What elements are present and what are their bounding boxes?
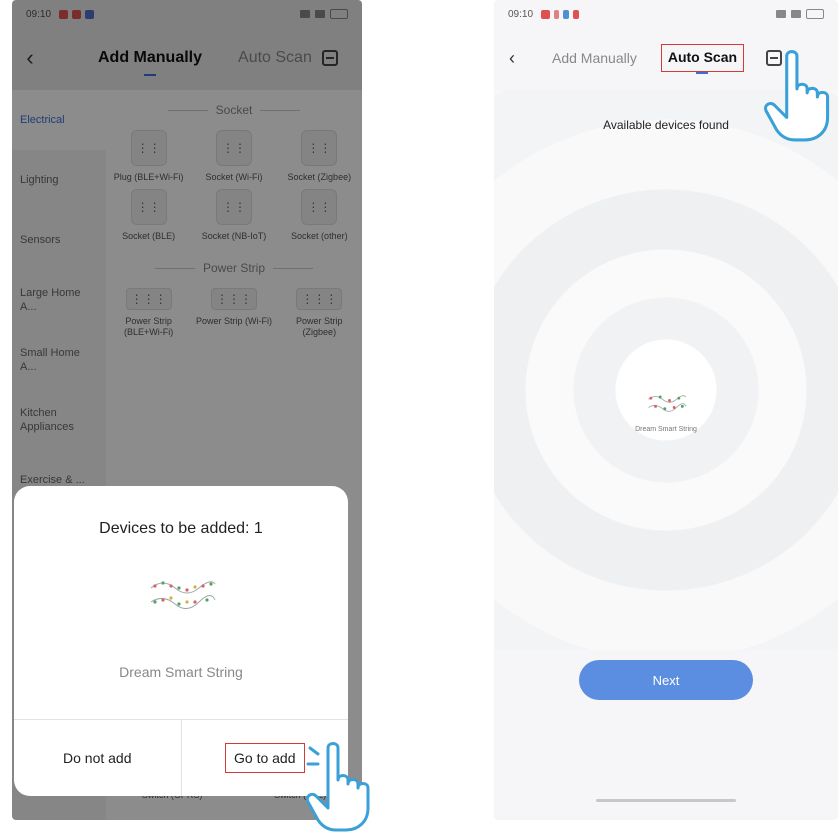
found-device-caption: Dream Smart String [635, 426, 697, 433]
status-bar: 09:10 [494, 0, 838, 28]
notification-icons [541, 9, 580, 19]
notification-icon [554, 9, 560, 19]
tab-auto-scan-highlight[interactable]: Auto Scan [660, 44, 745, 72]
wifi-icon [791, 10, 801, 18]
go-to-add-label: Go to add [225, 743, 305, 773]
home-indicator [596, 799, 736, 802]
hand-pointer-icon [306, 742, 370, 832]
hand-pointer-icon [764, 50, 830, 142]
notification-icon [541, 9, 551, 19]
devices-to-add-sheet: Devices to be added: 1 Dream Smart Strin… [14, 486, 348, 796]
sheet-actions: Do not add Go to add [14, 719, 348, 796]
next-button[interactable]: Next [579, 660, 753, 700]
do-not-add-button[interactable]: Do not add [14, 720, 181, 796]
next-label: Next [652, 672, 680, 688]
tab-add-manually[interactable]: Add Manually [552, 50, 637, 66]
device-name: Dream Smart String [119, 664, 243, 680]
notification-icon [563, 9, 570, 19]
status-time: 09:10 [508, 8, 534, 20]
tab-auto-scan: Auto Scan [667, 49, 738, 65]
back-icon[interactable]: ‹ [494, 48, 530, 69]
notification-icon [573, 9, 580, 19]
scan-radar [494, 90, 838, 650]
smart-string-image [648, 395, 687, 412]
smart-string-image [150, 581, 216, 609]
system-icons [776, 9, 824, 19]
signal-icon [776, 10, 786, 18]
do-not-add-label: Do not add [63, 750, 132, 766]
sheet-title: Devices to be added: 1 [99, 520, 263, 537]
found-device[interactable]: Dream Smart String [626, 390, 706, 434]
battery-icon [806, 9, 824, 19]
